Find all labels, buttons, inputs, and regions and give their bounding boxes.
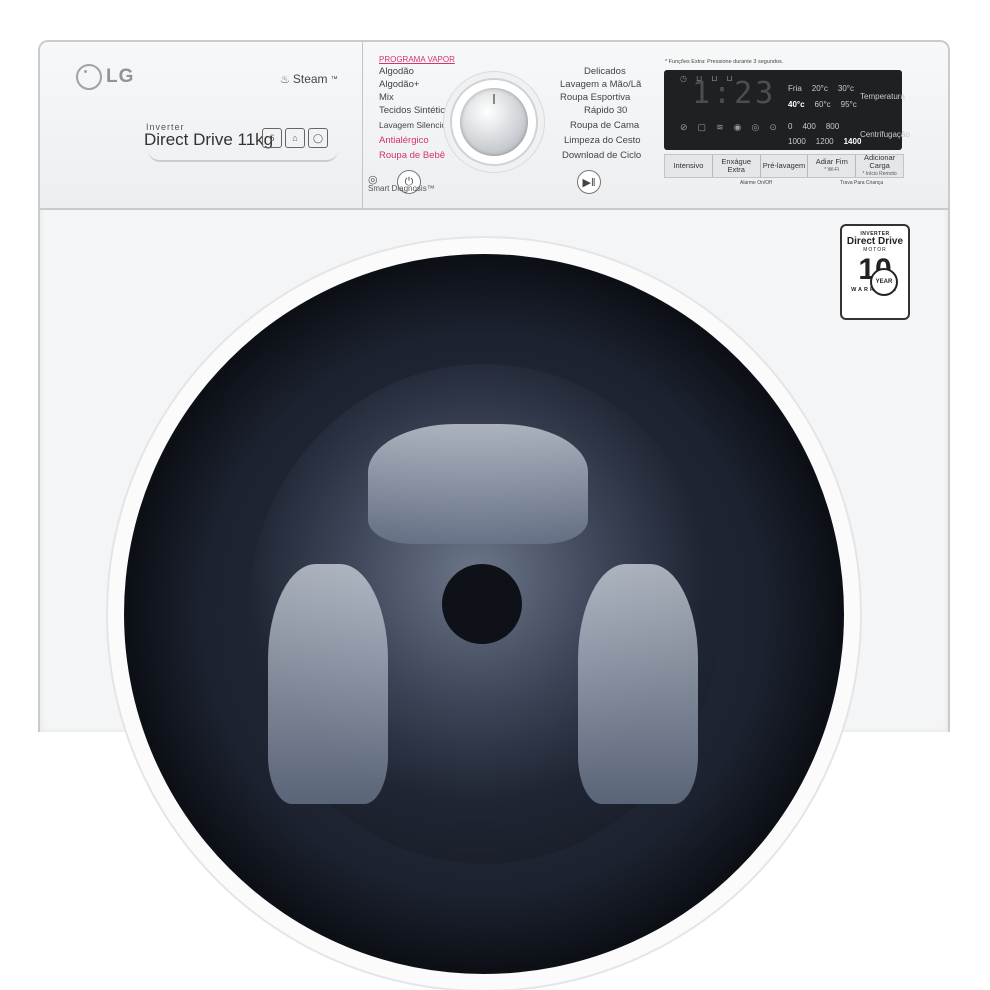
remote-icon: ◉ [733,122,752,132]
temp-option: 95°c [840,100,857,109]
temp-option: 20°c [811,84,828,93]
temperature-row-2: 40°c 60°c 95°c [788,100,857,109]
lcd-display: ◷⊔⊔⊔ 1:23 ⊘▢≋◉◎⊙ Fria 20°c 30°c 40°c 60°… [664,70,910,150]
wifi-icon: ≋ [716,122,734,132]
lg-logo-text: LG [106,66,135,87]
spin-row-2: 1000 1200 1400 [788,137,861,146]
spin-option: 400 [802,122,816,131]
option-label: Adicionar Carga [863,153,896,170]
spin-option: 800 [825,122,840,131]
tub-clean-icon: ◎ [751,122,770,132]
program-dial-ring [450,78,538,166]
child-lock-hint: Trava Para Criança [840,180,884,186]
program-lavagem-a-mao[interactable]: Lavagem a Mão/Lã [560,79,641,90]
program-algodao[interactable]: Algodão [379,66,414,77]
spin-option: 0 [788,122,793,131]
play-pause-icon: ▶︎‖ [582,176,596,189]
warranty-direct-drive: Direct Drive [846,236,904,247]
option-adiar-fim-button[interactable]: Adiar Fim * Wi-Fi [808,155,857,177]
feature-badges: 6 ⌂ ◯ [262,128,328,148]
washer-door[interactable] [108,238,860,990]
lg-logo: LG [76,64,134,90]
program-roupa-de-bebe[interactable]: Roupa de Bebê [379,150,445,161]
option-label: Enxágue Extra [721,157,751,174]
spin-option: 1200 [815,137,834,146]
program-delicados[interactable]: Delicados [584,66,626,77]
program-limpeza-do-cesto[interactable]: Limpeza do Cesto [564,135,641,146]
detergent-drawer[interactable]: LG ♨ Steam ™ Inverter Direct Drive 11kg 6… [40,42,363,208]
option-label: Intensivo [673,161,704,170]
mute-icon: ⊘ [680,122,698,132]
program-antialergico[interactable]: Antialérgico [379,135,429,146]
smart-diagnosis: ◎ Smart Diagnosis™ [368,175,435,193]
steam-text: Steam [292,72,328,86]
drum-paddle [368,424,588,544]
warranty-badge: INVERTER Direct Drive MOTOR 10 YEAR WARR… [840,224,910,320]
lg-logo-icon [76,64,102,90]
program-algodao-plus[interactable]: Algodão+ [379,79,419,90]
door-glass [248,364,720,864]
time-readout: 1:23 [692,76,777,111]
smart-diagnosis-label: Smart Diagnosis™ [368,184,435,193]
temperature-label[interactable]: Temperatura [860,92,905,101]
diagnosis-icon: ⊙ [769,122,787,132]
washing-machine: LG ♨ Steam ™ Inverter Direct Drive 11kg 6… [38,40,950,990]
temperature-row-1: Fria 20°c 30°c [788,84,854,93]
thinq-badge-icon: ◯ [308,128,328,148]
program-roupa-esportiva[interactable]: Roupa Esportiva [560,92,630,103]
option-pre-lavagem-button[interactable]: Pré-lavagem [761,155,809,177]
steam-label: ♨ Steam ™ [280,72,338,86]
dial-marker [493,94,495,104]
spin-option-selected: 1400 [843,137,862,146]
option-sub-label: * Início Remoto [862,171,897,177]
temp-option: 60°c [814,100,831,109]
program-tecidos-sinteticos[interactable]: Tecidos Sintéticos [379,105,455,116]
option-label: Pré-lavagem [762,161,806,170]
program-lavagem-silenciosa[interactable]: Lavagem Silenciosa [379,120,455,130]
warranty-year: YEAR [870,268,898,296]
lock-icon: ▢ [697,122,717,132]
option-label: Adiar Fim [815,157,848,166]
option-enxague-extra-button[interactable]: Enxágue Extra [713,155,761,177]
model-label: Direct Drive 11kg [144,130,274,149]
spin-label[interactable]: Centrifugação [860,130,910,139]
control-panel: LG ♨ Steam ™ Inverter Direct Drive 11kg 6… [40,42,948,210]
drum-paddle [268,564,388,804]
program-download-de-ciclo[interactable]: Download de Ciclo [562,150,641,161]
start-pause-button[interactable]: ▶︎‖ [577,170,601,194]
program-rapido-30[interactable]: Rápido 30 [584,105,627,116]
spin-option: 1000 [788,137,806,146]
drum-hub [442,564,522,644]
display-status-icons: ⊘▢≋◉◎⊙ [680,122,787,133]
temp-option: Fria [788,84,802,93]
extra-functions-note: * Funções Extra: Pressione durante 3 seg… [665,59,784,65]
6motion-badge-icon: 6 [262,128,282,148]
program-steam-title: PROGRAMA VAPOR [379,55,455,64]
steam-icon: ♨ [280,73,290,86]
drum-paddle [578,564,698,804]
program-roupa-de-cama[interactable]: Roupa de Cama [570,120,639,131]
temp-option-selected: 40°c [788,100,805,109]
option-intensivo-button[interactable]: Intensivo [665,155,713,177]
door-gasket [124,254,844,974]
steam-tm: ™ [330,75,338,83]
option-adicionar-carga-button[interactable]: Adicionar Carga * Início Remoto [856,153,903,178]
program-dial[interactable] [460,88,528,156]
smart-thinq-badge-icon: ⌂ [285,128,305,148]
option-buttons: Intensivo Enxágue Extra Pré-lavagem Adia… [664,154,904,178]
spin-row-1: 0 400 800 [788,122,839,131]
drawer-handle[interactable] [148,150,338,162]
program-mix[interactable]: Mix [379,92,394,103]
alarm-hint: Alarme On/Off [740,180,772,186]
option-sub-label: * Wi-Fi [824,167,840,173]
temp-option: 30°c [837,84,854,93]
